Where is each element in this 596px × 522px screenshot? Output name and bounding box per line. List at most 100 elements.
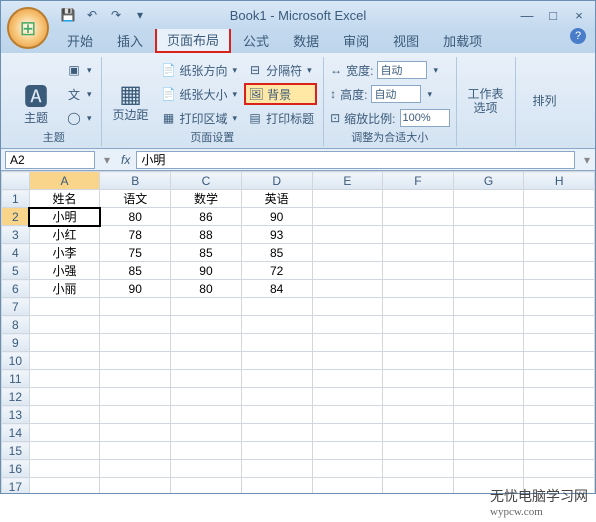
- cell[interactable]: [29, 478, 100, 494]
- cell[interactable]: [241, 460, 312, 478]
- row-header-8[interactable]: 8: [2, 316, 30, 334]
- row-header-2[interactable]: 2: [2, 208, 30, 226]
- cell[interactable]: [453, 460, 524, 478]
- print-titles-button[interactable]: ▤打印标题: [244, 107, 317, 129]
- select-all-corner[interactable]: [2, 172, 30, 190]
- cell[interactable]: [453, 424, 524, 442]
- cell[interactable]: [453, 226, 524, 244]
- cell[interactable]: [524, 244, 595, 262]
- cell[interactable]: 85: [171, 244, 242, 262]
- tab-4[interactable]: 数据: [281, 28, 331, 53]
- cell[interactable]: [241, 334, 312, 352]
- cell[interactable]: [241, 370, 312, 388]
- cell[interactable]: [241, 388, 312, 406]
- cell[interactable]: [453, 334, 524, 352]
- cell[interactable]: [383, 388, 454, 406]
- cell[interactable]: 姓名: [29, 190, 100, 208]
- qat-undo-icon[interactable]: ↶: [83, 6, 101, 24]
- tab-2[interactable]: 页面布局: [155, 26, 231, 53]
- cell[interactable]: [453, 406, 524, 424]
- theme-fonts-button[interactable]: 文▾: [63, 83, 95, 105]
- cell[interactable]: [524, 406, 595, 424]
- print-area-button[interactable]: ▦打印区域▾: [158, 107, 241, 129]
- row-header-6[interactable]: 6: [2, 280, 30, 298]
- cell[interactable]: [312, 316, 383, 334]
- cell[interactable]: [312, 190, 383, 208]
- cell[interactable]: [100, 388, 171, 406]
- cell[interactable]: [29, 334, 100, 352]
- cell[interactable]: [100, 370, 171, 388]
- formula-input[interactable]: 小明: [136, 151, 575, 169]
- cell[interactable]: [453, 388, 524, 406]
- cell[interactable]: 78: [100, 226, 171, 244]
- cell[interactable]: 84: [241, 280, 312, 298]
- cell[interactable]: [383, 190, 454, 208]
- cell[interactable]: [100, 424, 171, 442]
- cell[interactable]: [241, 352, 312, 370]
- cell[interactable]: [171, 298, 242, 316]
- cell[interactable]: [241, 298, 312, 316]
- cell[interactable]: 85: [241, 244, 312, 262]
- cell[interactable]: [312, 460, 383, 478]
- cell[interactable]: [312, 226, 383, 244]
- cell[interactable]: [29, 370, 100, 388]
- cell[interactable]: [312, 244, 383, 262]
- cell[interactable]: [453, 244, 524, 262]
- cell[interactable]: [453, 190, 524, 208]
- cell[interactable]: [312, 334, 383, 352]
- arrange-button[interactable]: 排列: [522, 59, 568, 144]
- name-box[interactable]: A2: [5, 151, 95, 169]
- cell[interactable]: [524, 334, 595, 352]
- cell[interactable]: 90: [241, 208, 312, 226]
- col-header-F[interactable]: F: [383, 172, 454, 190]
- cell[interactable]: [100, 460, 171, 478]
- cell[interactable]: [524, 388, 595, 406]
- tab-3[interactable]: 公式: [231, 28, 281, 53]
- row-header-4[interactable]: 4: [2, 244, 30, 262]
- cell[interactable]: [383, 298, 454, 316]
- cell[interactable]: [524, 370, 595, 388]
- cell[interactable]: [171, 406, 242, 424]
- cell[interactable]: [453, 316, 524, 334]
- cell[interactable]: [383, 208, 454, 226]
- cell[interactable]: [312, 478, 383, 494]
- cell[interactable]: [100, 406, 171, 424]
- cell[interactable]: [383, 478, 454, 494]
- cell[interactable]: [29, 460, 100, 478]
- cell[interactable]: [171, 478, 242, 494]
- background-button[interactable]: 🖼背景: [244, 83, 317, 105]
- cell[interactable]: [241, 424, 312, 442]
- close-button[interactable]: ×: [567, 7, 591, 23]
- cell[interactable]: [383, 244, 454, 262]
- cell[interactable]: [100, 298, 171, 316]
- namebox-dropdown-icon[interactable]: ▾: [99, 153, 115, 167]
- row-header-9[interactable]: 9: [2, 334, 30, 352]
- cell[interactable]: [100, 316, 171, 334]
- row-header-13[interactable]: 13: [2, 406, 30, 424]
- col-header-G[interactable]: G: [453, 172, 524, 190]
- scale-input[interactable]: 100%: [400, 109, 450, 127]
- cell[interactable]: [383, 370, 454, 388]
- cell[interactable]: [453, 298, 524, 316]
- fx-label[interactable]: fx: [115, 153, 136, 167]
- height-select[interactable]: 自动: [371, 85, 421, 103]
- cell[interactable]: [171, 460, 242, 478]
- cell[interactable]: 93: [241, 226, 312, 244]
- cell[interactable]: [383, 352, 454, 370]
- qat-more-icon[interactable]: ▾: [131, 6, 149, 24]
- cell[interactable]: [171, 370, 242, 388]
- cell[interactable]: [171, 424, 242, 442]
- cell[interactable]: [524, 190, 595, 208]
- cell[interactable]: 数学: [171, 190, 242, 208]
- cell[interactable]: [453, 262, 524, 280]
- cell[interactable]: [524, 352, 595, 370]
- cell[interactable]: [241, 316, 312, 334]
- cell[interactable]: [312, 298, 383, 316]
- cell[interactable]: [241, 478, 312, 494]
- cell[interactable]: [524, 424, 595, 442]
- row-header-16[interactable]: 16: [2, 460, 30, 478]
- cell[interactable]: [100, 352, 171, 370]
- minimize-button[interactable]: —: [515, 7, 539, 23]
- cell[interactable]: [100, 442, 171, 460]
- row-header-12[interactable]: 12: [2, 388, 30, 406]
